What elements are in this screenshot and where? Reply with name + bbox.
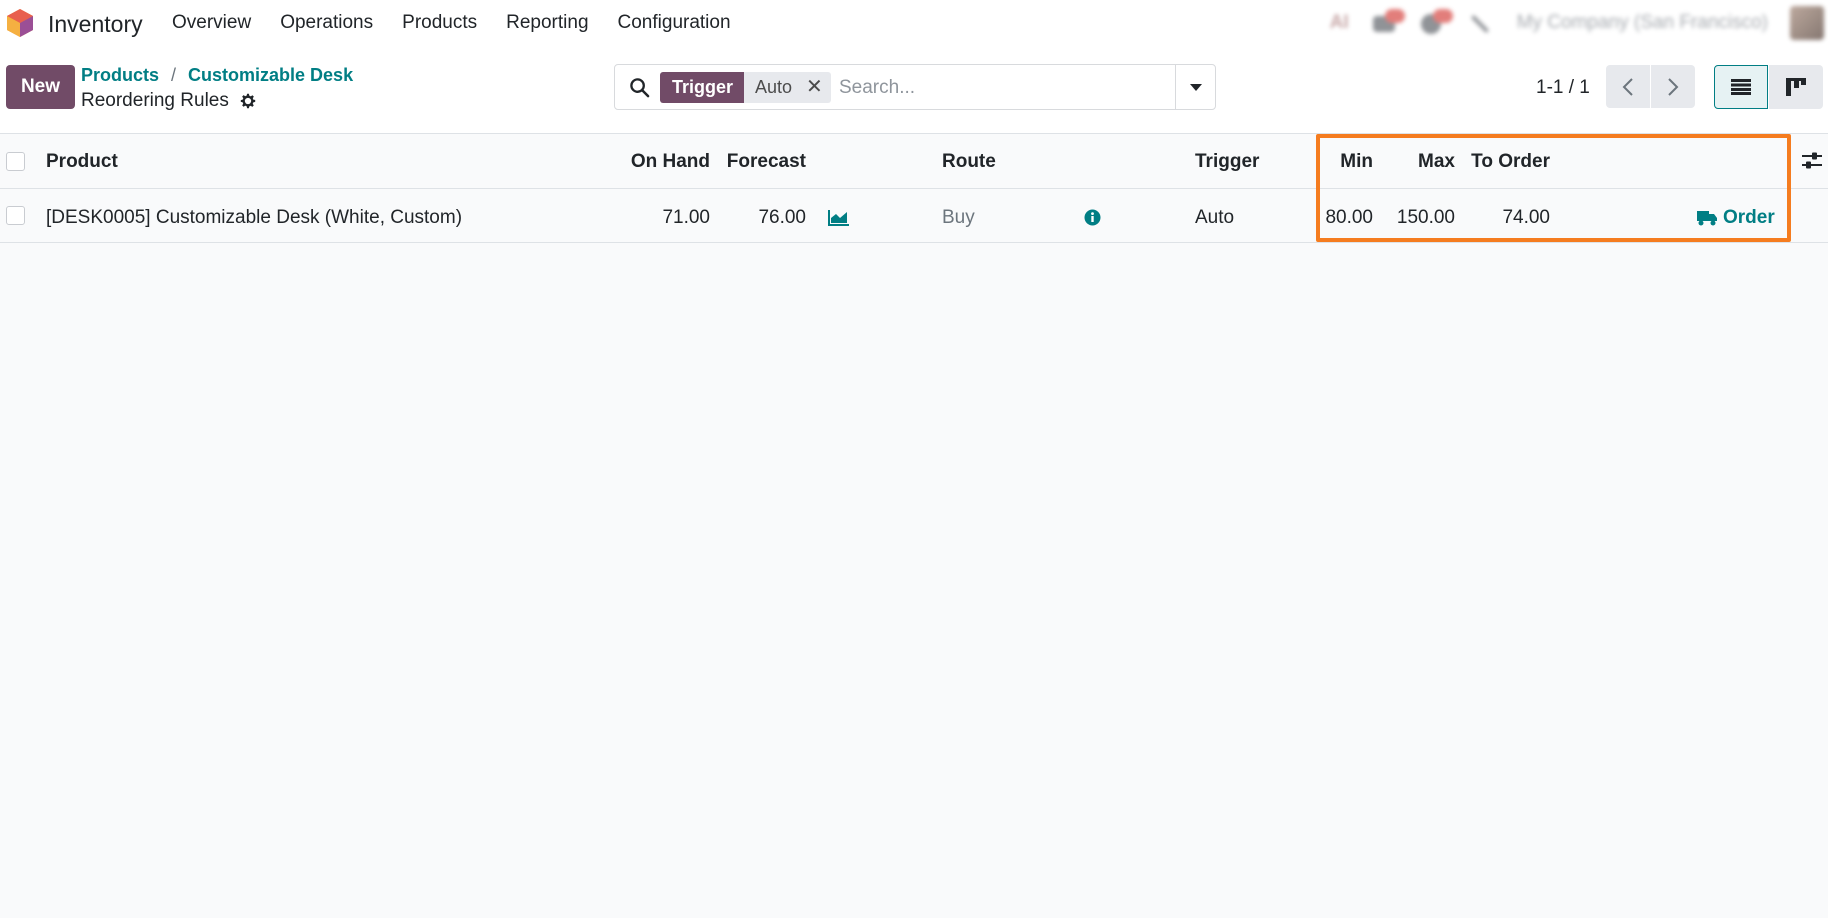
search-input[interactable] xyxy=(839,73,1179,103)
cell-route[interactable]: Buy xyxy=(942,207,975,229)
pager-previous-button[interactable] xyxy=(1606,65,1650,108)
discuss-icon[interactable] xyxy=(1372,9,1405,34)
search-icon[interactable] xyxy=(629,77,650,98)
cell-product[interactable]: [DESK0005] Customizable Desk (White, Cus… xyxy=(46,207,462,229)
page-title-text: Reordering Rules xyxy=(81,90,229,111)
list-view-button[interactable] xyxy=(1714,65,1768,109)
kanban-icon xyxy=(1786,78,1806,96)
pager-value[interactable]: 1-1 / 1 xyxy=(1536,77,1590,99)
column-to-order[interactable]: To Order xyxy=(1471,151,1550,173)
main-menu: Overview Operations Products Reporting C… xyxy=(172,12,760,34)
search-bar: Trigger Auto ✕ xyxy=(614,64,1216,110)
truck-icon xyxy=(1697,211,1717,226)
chevron-right-icon xyxy=(1668,77,1679,96)
column-min[interactable]: Min xyxy=(1340,151,1373,173)
area-chart-icon[interactable] xyxy=(828,209,850,226)
chevron-left-icon xyxy=(1622,77,1633,96)
order-label: Order xyxy=(1723,207,1775,228)
page-title: Reordering Rules xyxy=(81,90,257,112)
breadcrumb: Products / Customizable Desk xyxy=(81,65,353,86)
breadcrumb-customizable-desk[interactable]: Customizable Desk xyxy=(188,65,353,86)
facet-label: Trigger xyxy=(660,72,745,103)
column-product[interactable]: Product xyxy=(46,151,118,173)
order-button[interactable]: Order xyxy=(1697,207,1775,229)
cell-on-hand: 71.00 xyxy=(662,207,710,228)
caret-down-icon xyxy=(1189,84,1202,91)
cell-to-order[interactable]: 74.00 xyxy=(1502,207,1550,229)
systray: AI My Company (San Francisco) xyxy=(1330,0,1828,46)
facet-value-wrap: Auto ✕ xyxy=(744,72,831,103)
reordering-rules-list: Product On Hand Forecast Route Trigger M… xyxy=(0,134,1828,243)
top-navbar: Inventory Overview Operations Products R… xyxy=(0,0,1828,46)
tools-icon[interactable] xyxy=(1469,12,1493,34)
company-switcher[interactable]: My Company (San Francisco) xyxy=(1517,12,1768,34)
cell-forecast: 76.00 xyxy=(758,207,806,228)
cell-min[interactable]: 80.00 xyxy=(1325,207,1373,229)
table-row[interactable]: [DESK0005] Customizable Desk (White, Cus… xyxy=(0,189,1828,243)
new-button[interactable]: New xyxy=(6,65,75,109)
app-name[interactable]: Inventory xyxy=(48,11,143,38)
menu-reporting[interactable]: Reporting xyxy=(506,12,588,34)
cell-trigger[interactable]: Auto xyxy=(1195,207,1234,229)
select-all-checkbox[interactable] xyxy=(6,152,25,171)
pager-next-button[interactable] xyxy=(1651,65,1695,108)
user-avatar[interactable] xyxy=(1790,6,1824,40)
search-options-toggle[interactable] xyxy=(1175,65,1215,109)
inventory-logo-icon[interactable] xyxy=(6,8,34,38)
menu-products[interactable]: Products xyxy=(402,12,477,34)
menu-overview[interactable]: Overview xyxy=(172,12,251,34)
column-on-hand[interactable]: On Hand xyxy=(631,151,710,173)
row-checkbox[interactable] xyxy=(6,206,25,225)
ai-button[interactable]: AI xyxy=(1330,12,1349,34)
column-trigger[interactable]: Trigger xyxy=(1195,151,1259,173)
breadcrumb-separator: / xyxy=(171,65,177,85)
column-max[interactable]: Max xyxy=(1418,151,1455,173)
breadcrumb-products[interactable]: Products xyxy=(81,65,159,86)
sliders-icon[interactable] xyxy=(1800,150,1824,172)
menu-configuration[interactable]: Configuration xyxy=(618,12,731,34)
menu-operations[interactable]: Operations xyxy=(280,12,373,34)
close-icon[interactable]: ✕ xyxy=(806,77,823,103)
search-facet-trigger: Trigger Auto ✕ xyxy=(660,72,831,103)
gear-icon[interactable] xyxy=(239,92,257,110)
kanban-view-button[interactable] xyxy=(1769,65,1823,109)
list-icon xyxy=(1731,79,1751,95)
info-circle-icon[interactable] xyxy=(1084,209,1101,226)
activity-clock-icon[interactable] xyxy=(1420,9,1453,34)
cell-max[interactable]: 150.00 xyxy=(1397,207,1455,229)
column-forecast[interactable]: Forecast xyxy=(727,151,806,173)
list-header: Product On Hand Forecast Route Trigger M… xyxy=(0,134,1828,189)
facet-value: Auto xyxy=(755,77,793,97)
control-panel: New Products / Customizable Desk Reorder… xyxy=(0,46,1828,134)
column-route[interactable]: Route xyxy=(942,151,996,173)
